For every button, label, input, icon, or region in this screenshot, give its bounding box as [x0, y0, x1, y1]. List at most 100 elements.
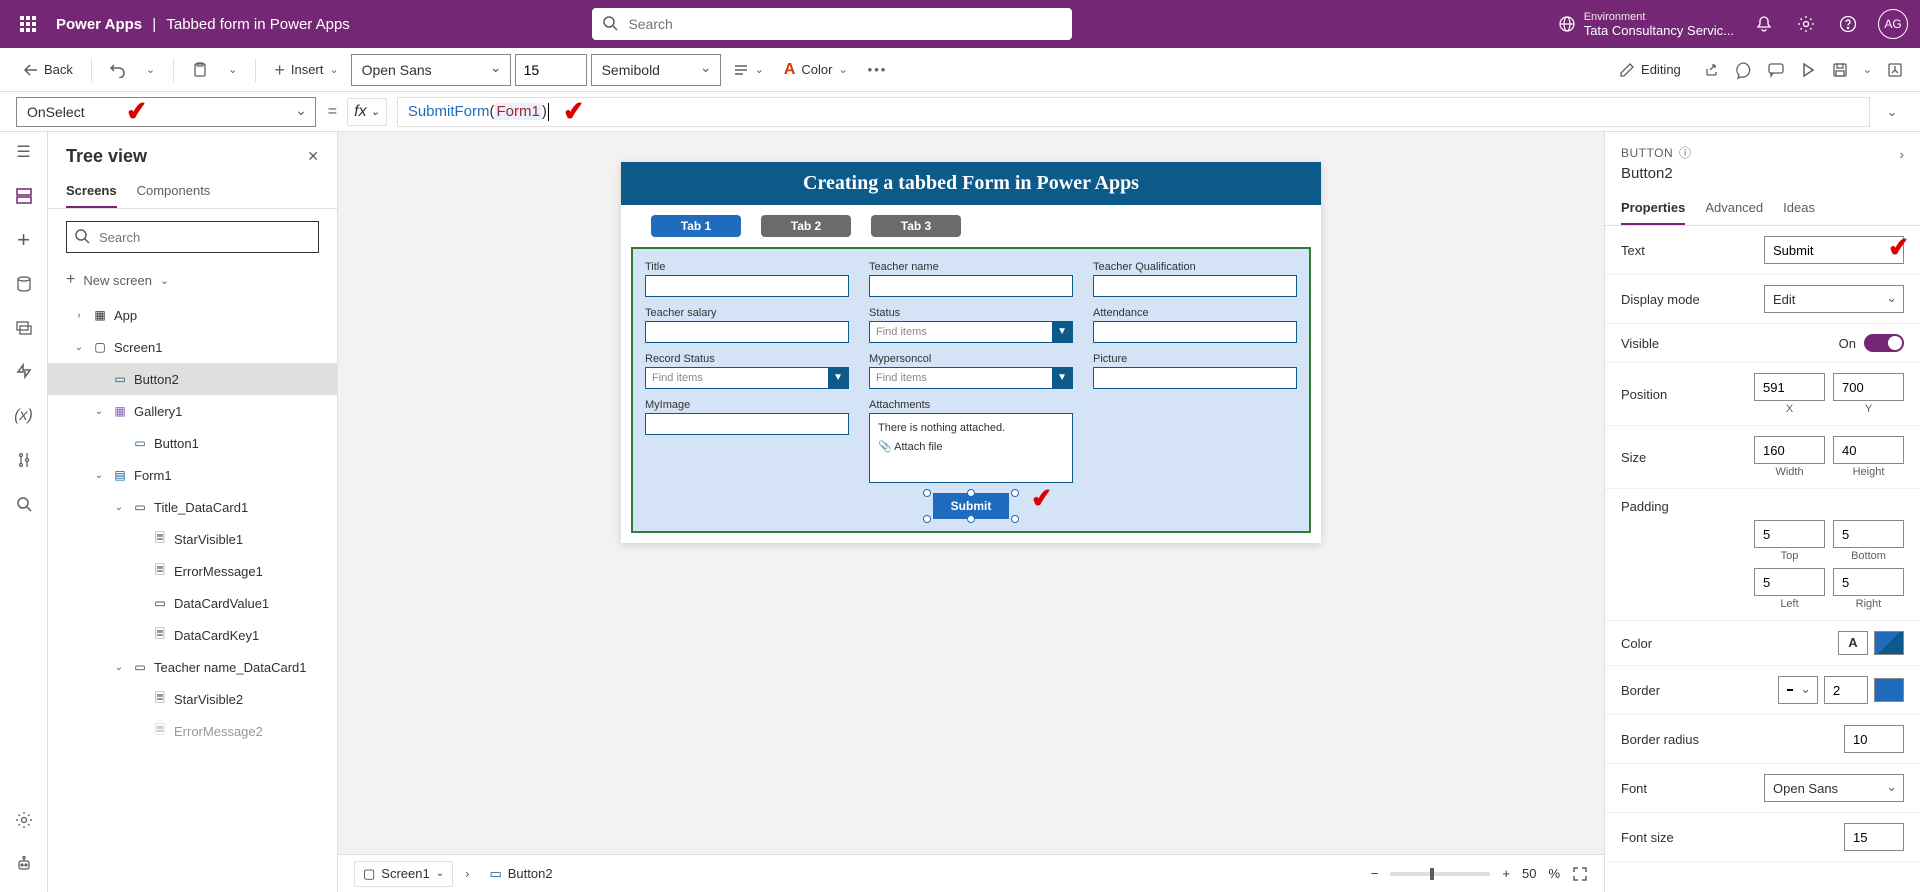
tree-item-gallery1[interactable]: ⌄▦Gallery1 — [48, 395, 337, 427]
notifications-icon[interactable] — [1752, 12, 1776, 36]
props-help-icon[interactable]: ⓘ — [1679, 144, 1692, 161]
property-select[interactable]: OnSelect — [16, 97, 316, 127]
zoom-out[interactable]: − — [1371, 866, 1379, 881]
tree-item-title-dc[interactable]: ⌄▭Title_DataCard1 — [48, 491, 337, 523]
rail-variables-icon[interactable]: (x) — [12, 404, 36, 428]
attendance-input[interactable] — [1093, 321, 1297, 343]
canvas-tab3[interactable]: Tab 3 — [871, 215, 961, 237]
prop-pad-r[interactable] — [1833, 568, 1904, 596]
tree-item-button1[interactable]: ▭Button1 — [48, 427, 337, 459]
canvas-tab2[interactable]: Tab 2 — [761, 215, 851, 237]
font-select[interactable]: Open Sans — [351, 54, 511, 86]
tree-item-dcval1[interactable]: ▭DataCardValue1 — [48, 587, 337, 619]
undo-dropdown[interactable]: ⌄ — [138, 54, 163, 86]
zoom-in[interactable]: + — [1502, 866, 1510, 881]
global-search-input[interactable] — [592, 8, 1072, 40]
formula-input[interactable]: SubmitForm(Form1) ✔ — [397, 97, 1870, 127]
comments-icon[interactable] — [1767, 61, 1785, 79]
status-screen-crumb[interactable]: ▢Screen1⌄ — [354, 861, 453, 887]
paste-dropdown[interactable]: ⌄ — [220, 54, 245, 86]
rail-search-icon[interactable] — [12, 492, 36, 516]
tree-item-dckey1[interactable]: 🗏DataCardKey1 — [48, 619, 337, 651]
align-button[interactable]: ⌄ — [725, 54, 772, 86]
prop-border-width[interactable] — [1824, 676, 1868, 704]
prop-pad-t[interactable] — [1754, 520, 1825, 548]
font-weight-select[interactable]: Semibold — [591, 54, 721, 86]
attachments-box[interactable]: There is nothing attached. 📎 Attach file — [869, 413, 1073, 483]
tree-item-app[interactable]: ›▦App — [48, 299, 337, 331]
teacher-qual-input[interactable] — [1093, 275, 1297, 297]
rail-media-icon[interactable] — [12, 316, 36, 340]
ptab-advanced[interactable]: Advanced — [1705, 192, 1763, 225]
prop-font-select[interactable]: Open Sans — [1764, 774, 1904, 802]
tree-search-input[interactable] — [66, 221, 319, 253]
app-launcher[interactable] — [12, 8, 44, 40]
prop-size-w[interactable] — [1754, 436, 1825, 464]
save-dropdown[interactable]: ⌄ — [1863, 63, 1872, 76]
personcol-combo[interactable]: Find items▼ — [869, 367, 1073, 389]
rail-settings-icon[interactable] — [12, 808, 36, 832]
rail-tools-icon[interactable] — [12, 448, 36, 472]
rail-automate-icon[interactable] — [12, 360, 36, 384]
tree-item-screen1[interactable]: ⌄▢Screen1 — [48, 331, 337, 363]
picture-input[interactable] — [1093, 367, 1297, 389]
preview-icon[interactable] — [1799, 61, 1817, 79]
tree-item-teacher-dc[interactable]: ⌄▭Teacher name_DataCard1 — [48, 651, 337, 683]
user-avatar[interactable]: AG — [1878, 9, 1908, 39]
ptab-ideas[interactable]: Ideas — [1783, 192, 1815, 225]
prop-visible-toggle[interactable] — [1864, 334, 1904, 352]
attach-file-link[interactable]: Attach file — [894, 441, 942, 453]
tab-components[interactable]: Components — [137, 175, 211, 208]
prop-border-color[interactable] — [1874, 678, 1904, 702]
rail-hamburger-icon[interactable]: ☰ — [12, 140, 36, 164]
rail-data-icon[interactable] — [12, 272, 36, 296]
tree-item-err2[interactable]: 🗏ErrorMessage2 — [48, 715, 337, 747]
help-icon[interactable] — [1836, 12, 1860, 36]
prop-displaymode-select[interactable]: Edit — [1764, 285, 1904, 313]
prop-pos-y[interactable] — [1833, 373, 1904, 401]
font-size-input[interactable] — [515, 54, 587, 86]
rail-insert-icon[interactable]: + — [12, 228, 36, 252]
prop-pos-x[interactable] — [1754, 373, 1825, 401]
paste-button[interactable] — [184, 54, 216, 86]
insert-button[interactable]: + Insert ⌄ — [266, 54, 346, 86]
settings-icon[interactable] — [1794, 12, 1818, 36]
tree-item-button2[interactable]: ▭Button2 — [48, 363, 337, 395]
tree-close-icon[interactable]: ✕ — [307, 148, 319, 165]
back-button[interactable]: Back — [16, 54, 81, 86]
environment-picker[interactable]: Environment Tata Consultancy Servic... — [1558, 11, 1734, 38]
publish-icon[interactable] — [1886, 61, 1904, 79]
save-icon[interactable] — [1831, 61, 1849, 79]
undo-button[interactable] — [102, 54, 134, 86]
prop-font-size[interactable] — [1844, 823, 1904, 851]
canvas-area[interactable]: Creating a tabbed Form in Power Apps Tab… — [338, 132, 1604, 854]
prop-border-radius[interactable] — [1844, 725, 1904, 753]
new-screen-button[interactable]: + New screen ⌄ — [48, 265, 337, 295]
status-button-crumb[interactable]: ▭Button2 — [481, 862, 560, 886]
editing-mode[interactable]: Editing — [1611, 54, 1689, 86]
teacher-name-input[interactable] — [869, 275, 1073, 297]
fx-button[interactable]: fx⌄ — [347, 98, 387, 126]
myimage-input[interactable] — [645, 413, 849, 435]
more-button[interactable]: ••• — [860, 54, 896, 86]
prop-fill-color[interactable] — [1874, 631, 1904, 655]
prop-size-h[interactable] — [1833, 436, 1904, 464]
prop-font-color[interactable]: A — [1838, 631, 1868, 655]
prop-text-input[interactable] — [1764, 236, 1904, 264]
tree-item-err1[interactable]: 🗏ErrorMessage1 — [48, 555, 337, 587]
canvas-tab1[interactable]: Tab 1 — [651, 215, 741, 237]
prop-pad-b[interactable] — [1833, 520, 1904, 548]
prop-pad-l[interactable] — [1754, 568, 1825, 596]
tab-screens[interactable]: Screens — [66, 175, 117, 208]
rail-virtual-agent-icon[interactable] — [12, 852, 36, 876]
prop-border-style[interactable] — [1778, 676, 1818, 704]
app-checker-icon[interactable] — [1735, 61, 1753, 79]
tree-item-star2[interactable]: 🗏StarVisible2 — [48, 683, 337, 715]
rail-tree-icon[interactable] — [12, 184, 36, 208]
tree-item-form1[interactable]: ⌄▤Form1 — [48, 459, 337, 491]
status-combo[interactable]: Find items▼ — [869, 321, 1073, 343]
tree-item-star1[interactable]: 🗏StarVisible1 — [48, 523, 337, 555]
formula-expand[interactable]: ⌄ — [1880, 104, 1904, 120]
salary-input[interactable] — [645, 321, 849, 343]
zoom-slider[interactable] — [1390, 872, 1490, 876]
